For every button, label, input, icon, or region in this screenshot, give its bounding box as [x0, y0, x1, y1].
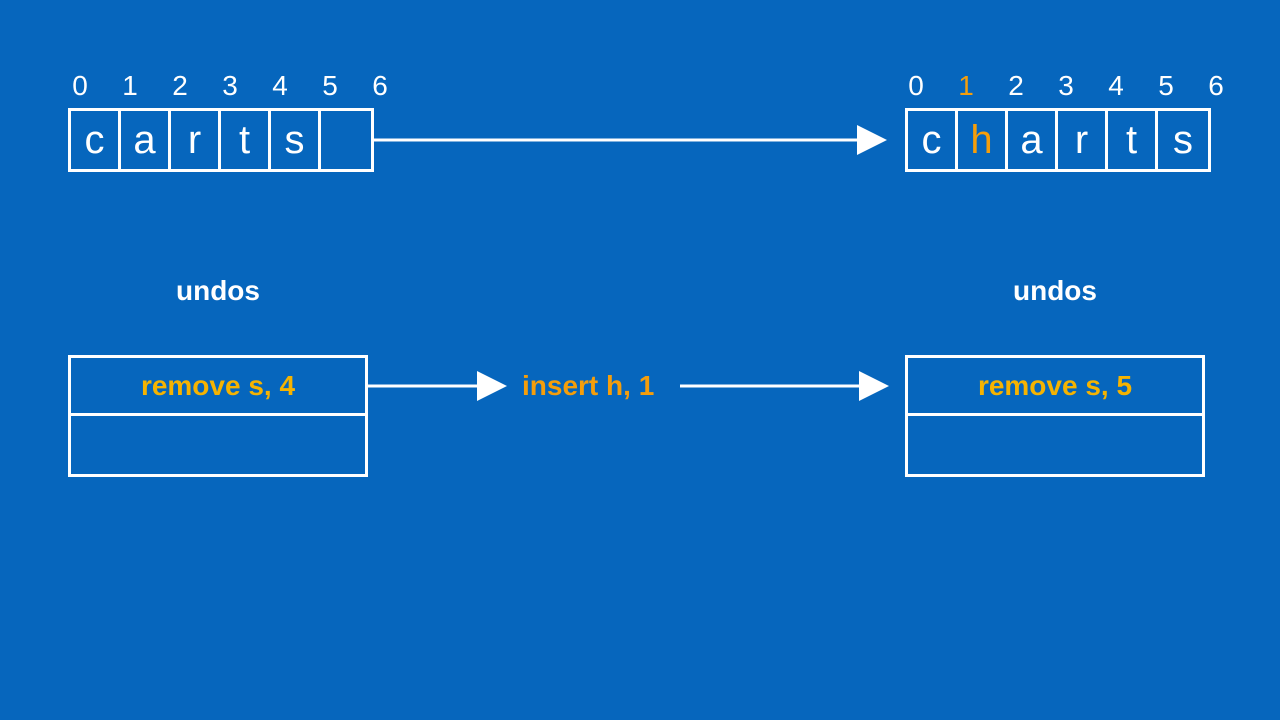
undo-label-right: undos — [905, 275, 1205, 307]
index-label: 3 — [205, 70, 255, 102]
right-index-row: 0 1 2 3 4 5 6 — [891, 70, 1241, 102]
index-label: 0 — [891, 70, 941, 102]
arrow-top — [374, 130, 904, 150]
index-label: 6 — [355, 70, 405, 102]
array-cell: t — [1108, 111, 1158, 169]
index-label: 4 — [1091, 70, 1141, 102]
array-cell: t — [221, 111, 271, 169]
undo-slot-empty — [908, 416, 1202, 474]
undo-entry: remove s, 4 — [141, 370, 295, 402]
index-label: 0 — [55, 70, 105, 102]
diagram-stage: 0 1 2 3 4 5 6 c a r t s 0 1 2 3 4 5 6 c … — [0, 0, 1280, 720]
array-cell: r — [171, 111, 221, 169]
array-cell: c — [71, 111, 121, 169]
array-cell — [321, 111, 371, 169]
arrow-undo-to-op — [368, 376, 523, 396]
undo-slot: remove s, 4 — [71, 358, 365, 416]
index-label-highlighted: 1 — [941, 70, 991, 102]
undo-slot: remove s, 5 — [908, 358, 1202, 416]
array-cell: r — [1058, 111, 1108, 169]
arrow-op-to-undo — [680, 376, 905, 396]
right-array: c h a r t s — [905, 108, 1211, 172]
index-label: 2 — [155, 70, 205, 102]
undo-stack-right: remove s, 5 — [905, 355, 1205, 477]
operation-label: insert h, 1 — [522, 370, 654, 402]
array-cell: a — [1008, 111, 1058, 169]
index-label: 2 — [991, 70, 1041, 102]
array-cell-highlighted: h — [958, 111, 1008, 169]
array-cell: a — [121, 111, 171, 169]
undo-label-left: undos — [68, 275, 368, 307]
array-cell: s — [1158, 111, 1208, 169]
undo-entry: remove s, 5 — [978, 370, 1132, 402]
array-cell: c — [908, 111, 958, 169]
index-label: 5 — [305, 70, 355, 102]
index-label: 3 — [1041, 70, 1091, 102]
array-cell: s — [271, 111, 321, 169]
index-label: 5 — [1141, 70, 1191, 102]
undo-slot-empty — [71, 416, 365, 474]
index-label: 4 — [255, 70, 305, 102]
left-array: c a r t s — [68, 108, 374, 172]
undo-stack-left: remove s, 4 — [68, 355, 368, 477]
index-label: 1 — [105, 70, 155, 102]
index-label: 6 — [1191, 70, 1241, 102]
left-index-row: 0 1 2 3 4 5 6 — [55, 70, 405, 102]
